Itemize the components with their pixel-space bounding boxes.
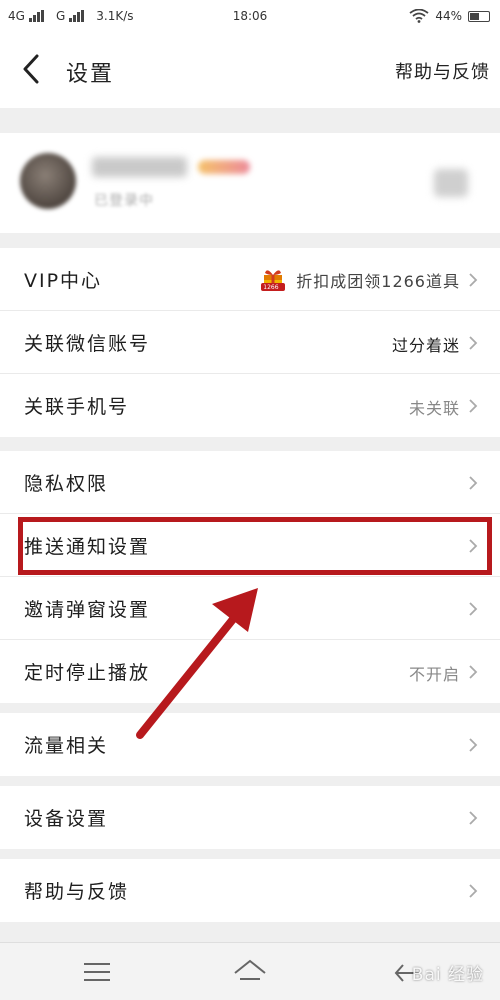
annotation-arrow <box>136 588 258 739</box>
home-icon[interactable] <box>231 957 269 987</box>
menu-icon[interactable] <box>84 963 110 987</box>
watermark: Bai 经验 <box>411 965 484 985</box>
